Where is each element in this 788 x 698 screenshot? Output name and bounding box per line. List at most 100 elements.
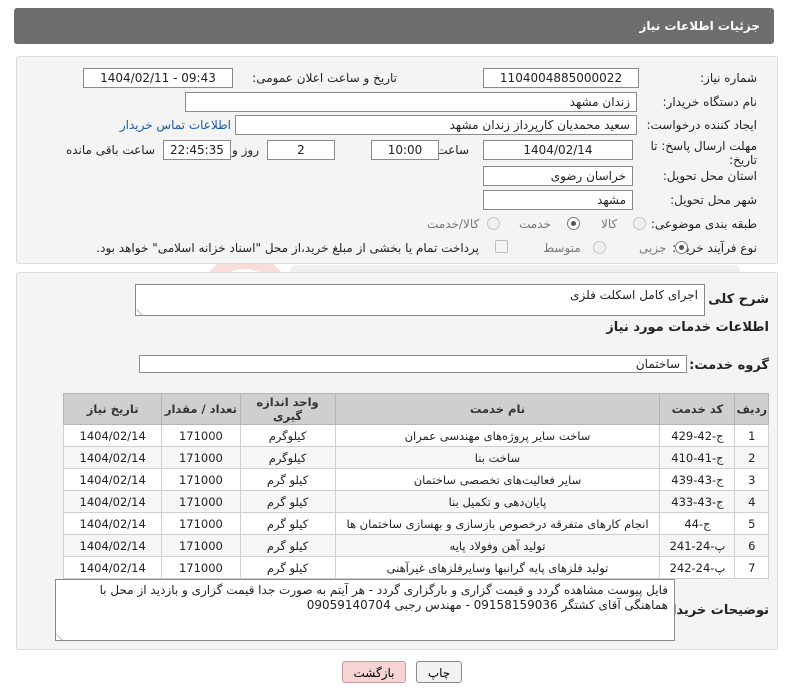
cell-quantity: 171000 <box>161 424 241 447</box>
print-button[interactable]: چاپ <box>416 661 462 683</box>
cell-need-date: 1404/02/14 <box>62 424 163 447</box>
cell-quantity: 171000 <box>161 468 241 491</box>
process-radio-medium[interactable] <box>593 241 606 254</box>
process-option-minor: جزیی <box>639 241 667 255</box>
cell-service-name: پایان‌دهی و تکمیل بنا <box>334 490 661 513</box>
table-row: 1 ج-42-429 ساخت سایر پروژه‌های مهندسی عم… <box>62 424 769 447</box>
cell-need-date: 1404/02/14 <box>62 534 163 557</box>
page-header: جزئیات اطلاعات نیاز <box>14 8 774 44</box>
services-table: ردیف کد خدمت نام خدمت واحد اندازه گیری ت… <box>62 393 769 579</box>
page-title: جزئیات اطلاعات نیاز <box>639 19 760 33</box>
table-row: 3 ج-43-439 سایر فعالیت‌های تخصصی ساختمان… <box>62 468 769 491</box>
category-radio-goods-service[interactable] <box>487 217 500 230</box>
col-need-date: تاریخ نیاز <box>62 393 163 425</box>
cell-service-code: ج-43-439 <box>659 468 736 491</box>
cell-service-code: ج-42-429 <box>659 424 736 447</box>
cell-quantity: 171000 <box>161 512 241 535</box>
remaining-time-field: 22:45:35 <box>163 140 231 160</box>
city-label: شهر محل تحویل: <box>670 193 757 207</box>
cell-unit: کیلو گرم <box>239 468 336 491</box>
remaining-time-label: ساعت باقی مانده <box>65 143 155 157</box>
buyer-org-label: نام دستگاه خریدار: <box>662 95 758 109</box>
deadline-date-field: 1404/02/14 <box>483 140 633 160</box>
table-header-row: ردیف کد خدمت نام خدمت واحد اندازه گیری ت… <box>62 393 769 425</box>
cell-service-name: ساخت سایر پروژه‌های مهندسی عمران <box>334 424 661 447</box>
service-group-label: گروه خدمت: <box>689 358 769 373</box>
cell-row-number: 5 <box>734 512 769 535</box>
table-row: 2 ج-41-410 ساخت بنا کیلوگرم 171000 1404/… <box>62 446 769 469</box>
col-service-name: نام خدمت <box>334 393 661 425</box>
buyer-notes-label: توضیحات خریدار: <box>659 603 769 618</box>
table-row: 4 ج-43-433 پایان‌دهی و تکمیل بنا کیلو گر… <box>62 490 769 513</box>
need-number-field: 1104004885000022 <box>483 68 639 88</box>
cell-quantity: 171000 <box>161 534 241 557</box>
cell-service-code: ج-41-410 <box>659 446 736 469</box>
table-row: 6 پ-24-241 تولید آهن وفولاد پایه کیلو گر… <box>62 534 769 557</box>
cell-need-date: 1404/02/14 <box>62 556 163 579</box>
cell-unit: کیلوگرم <box>239 446 336 469</box>
deadline-label-line2: تاریخ: <box>729 153 757 167</box>
cell-service-code: ج-44 <box>659 512 736 535</box>
days-field: 2 <box>267 140 335 160</box>
cell-service-name: ساخت بنا <box>334 446 661 469</box>
service-group-field: ساختمان <box>139 355 687 373</box>
cell-service-code: پ-24-242 <box>659 556 736 579</box>
need-info-panel: شماره نیاز: 1104004885000022 تاریخ و ساع… <box>16 56 778 264</box>
province-field: خراسان رضوی <box>483 166 633 186</box>
cell-row-number: 6 <box>734 534 769 557</box>
cell-unit: کیلوگرم <box>239 424 336 447</box>
buyer-org-field: زندان مشهد <box>185 92 637 112</box>
col-quantity: تعداد / مقدار <box>161 393 241 425</box>
cell-need-date: 1404/02/14 <box>62 490 163 513</box>
cell-service-name: تولید فلزهای پایه گرانبها وسایرفلزهای غی… <box>334 556 661 579</box>
need-number-label: شماره نیاز: <box>700 71 757 85</box>
table-row: 7 پ-24-242 تولید فلزهای پایه گرانبها وسا… <box>62 556 769 579</box>
services-section-title: اطلاعات خدمات مورد نیاز <box>606 320 769 335</box>
province-label: استان محل تحویل: <box>662 169 757 183</box>
days-label: روز و <box>232 143 259 157</box>
announce-date-label: تاریخ و ساعت اعلان عمومی: <box>252 71 397 85</box>
category-option-goods: کالا <box>601 217 618 231</box>
cell-need-date: 1404/02/14 <box>62 446 163 469</box>
deadline-time-label: ساعت <box>436 143 469 157</box>
col-row-number: ردیف <box>734 393 769 425</box>
col-unit: واحد اندازه گیری <box>239 393 336 425</box>
col-service-code: کد خدمت <box>659 393 736 425</box>
cell-service-code: ج-43-433 <box>659 490 736 513</box>
cell-service-name: تولید آهن وفولاد پایه <box>334 534 661 557</box>
category-option-service: خدمت <box>519 217 551 231</box>
category-label: طبقه بندی موضوعی: <box>650 217 757 231</box>
category-radio-service[interactable] <box>567 217 580 230</box>
summary-textarea: اجرای کامل اسکلت فلزی <box>135 284 705 316</box>
treasury-payment-checkbox[interactable] <box>495 240 508 253</box>
buyer-notes-text: فایل پیوست مشاهده گردد و قیمت گزاری و با… <box>99 583 668 612</box>
cell-unit: کیلو گرم <box>239 534 336 557</box>
summary-text: اجرای کامل اسکلت فلزی <box>570 288 698 302</box>
resize-grip-icon <box>136 304 148 315</box>
announce-date-field: 1404/02/11 - 09:43 <box>83 68 233 88</box>
cell-need-date: 1404/02/14 <box>62 468 163 491</box>
cell-quantity: 171000 <box>161 446 241 469</box>
table-row: 5 ج-44 انجام کارهای متفرقه درخصوص بازساز… <box>62 512 769 535</box>
cell-row-number: 1 <box>734 424 769 447</box>
creator-label: ایجاد کننده درخواست: <box>646 118 757 132</box>
cell-unit: کیلو گرم <box>239 556 336 579</box>
creator-field: سعید محمدیان کارپرداز زندان مشهد <box>235 115 637 135</box>
buyer-notes-textarea: فایل پیوست مشاهده گردد و قیمت گزاری و با… <box>55 579 675 641</box>
deadline-time-field: 10:00 <box>371 140 439 160</box>
buyer-contact-link[interactable]: اطلاعات تماس خریدار <box>120 118 231 132</box>
treasury-payment-note: پرداخت تمام یا بخشی از مبلغ خرید،از محل … <box>96 241 479 255</box>
cell-unit: کیلو گرم <box>239 512 336 535</box>
cell-quantity: 171000 <box>161 490 241 513</box>
need-details-panel: شرح کلی نیاز: اجرای کامل اسکلت فلزی اطلا… <box>16 272 778 650</box>
city-field: مشهد <box>483 190 633 210</box>
back-button[interactable]: بازگشت <box>342 661 406 683</box>
resize-grip-icon <box>56 629 68 640</box>
cell-row-number: 4 <box>734 490 769 513</box>
category-radio-goods[interactable] <box>633 217 646 230</box>
cell-row-number: 3 <box>734 468 769 491</box>
category-option-goods-service: کالا/خدمت <box>427 217 480 231</box>
cell-row-number: 2 <box>734 446 769 469</box>
cell-service-code: پ-24-241 <box>659 534 736 557</box>
process-radio-minor[interactable] <box>675 241 688 254</box>
